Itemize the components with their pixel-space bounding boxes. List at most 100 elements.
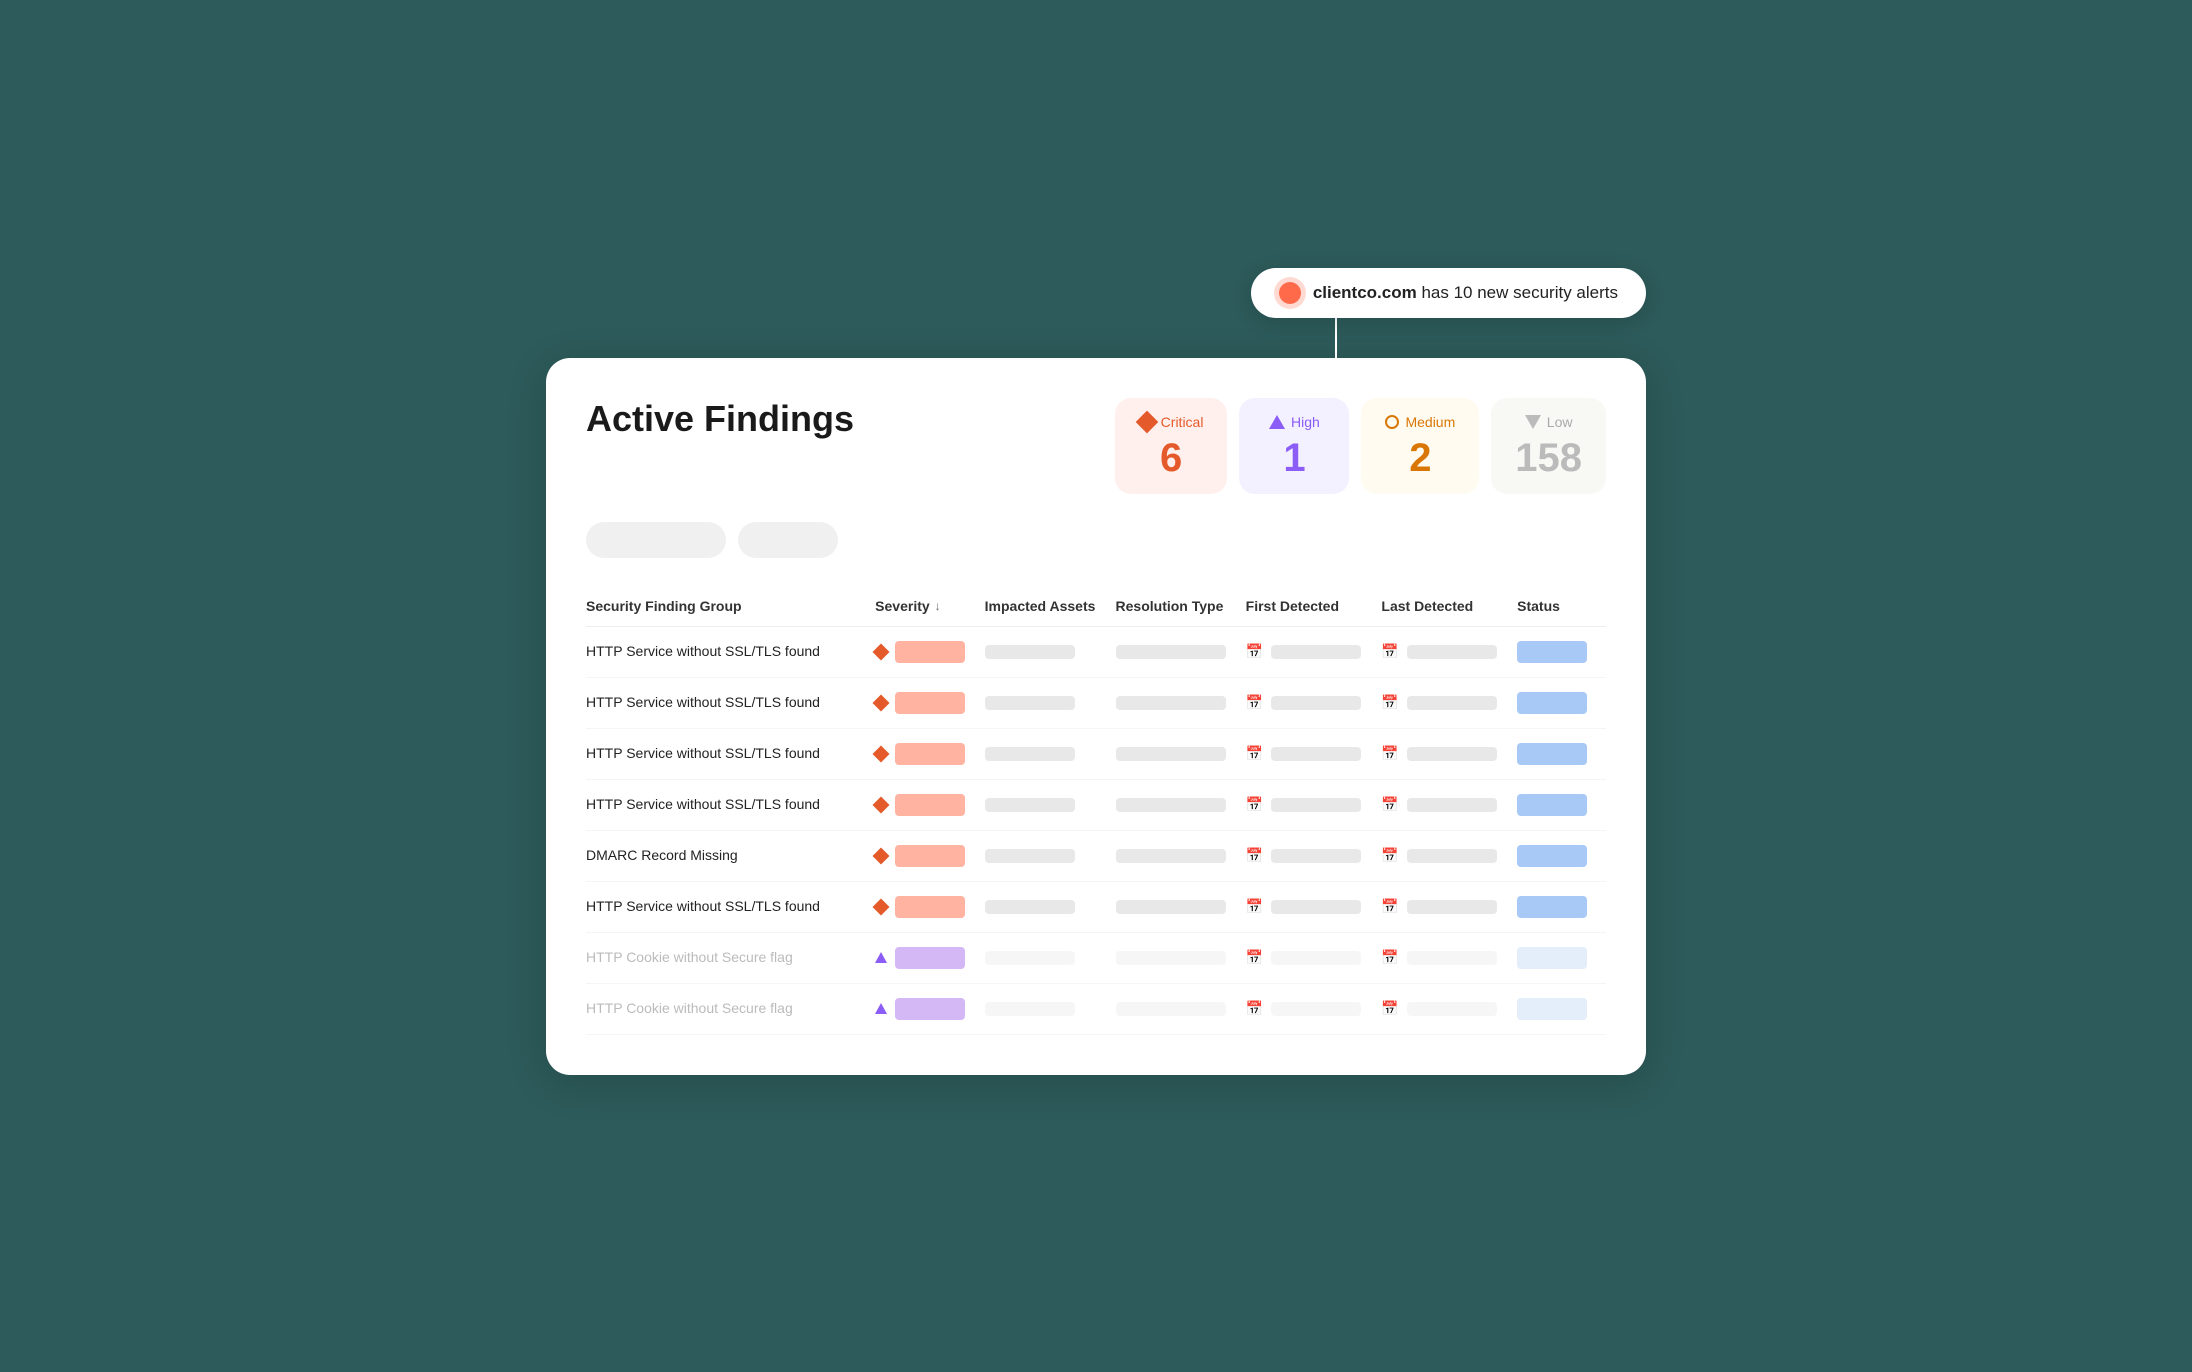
table-row[interactable]: HTTP Service without SSL/TLS found📅📅 bbox=[586, 779, 1606, 830]
severity-bar bbox=[895, 794, 965, 816]
filter-pill-1[interactable] bbox=[586, 522, 726, 558]
first-detected-cell: 📅 bbox=[1246, 830, 1382, 881]
severity-bar bbox=[895, 845, 965, 867]
badge-low[interactable]: Low 158 bbox=[1491, 398, 1606, 494]
badge-high-label: High bbox=[1263, 414, 1325, 430]
alert-domain: clientco.com bbox=[1313, 283, 1417, 302]
table-row[interactable]: HTTP Service without SSL/TLS found 📅 📅 bbox=[586, 677, 1606, 728]
severity-cell bbox=[875, 692, 968, 714]
severity-bar bbox=[895, 743, 965, 765]
resolution-type-cell bbox=[1116, 728, 1246, 779]
resolution-type-cell bbox=[1116, 932, 1246, 983]
status-pill bbox=[1517, 692, 1587, 714]
impacted-assets-cell bbox=[985, 983, 1116, 1034]
col-severity[interactable]: Severity ↓ bbox=[875, 586, 984, 627]
status-cell bbox=[1517, 728, 1606, 779]
triangle-icon bbox=[1269, 415, 1285, 429]
sort-icon: ↓ bbox=[935, 599, 941, 613]
calendar-icon: 📅 bbox=[1246, 949, 1263, 966]
finding-name: DMARC Record Missing bbox=[586, 847, 738, 863]
calendar-icon: 📅 bbox=[1246, 847, 1263, 864]
finding-name: HTTP Service without SSL/TLS found bbox=[586, 745, 820, 761]
col-last-detected: Last Detected bbox=[1381, 586, 1517, 627]
severity-cell bbox=[875, 641, 968, 663]
resolution-type-cell bbox=[1116, 983, 1246, 1034]
status-pill bbox=[1517, 998, 1587, 1020]
alert-message: has 10 new security alerts bbox=[1417, 283, 1618, 302]
table-row[interactable]: HTTP Cookie without Secure flag📅📅 bbox=[586, 932, 1606, 983]
impacted-assets-cell bbox=[985, 932, 1116, 983]
resolution-type-cell bbox=[1116, 677, 1246, 728]
diamond-severity-icon bbox=[873, 898, 890, 915]
badge-medium[interactable]: Medium 2 bbox=[1361, 398, 1479, 494]
last-detected-cell: 📅 bbox=[1381, 881, 1517, 932]
badge-critical[interactable]: Critical 6 bbox=[1115, 398, 1228, 494]
diamond-severity-icon bbox=[873, 745, 890, 762]
status-cell bbox=[1517, 626, 1606, 677]
diamond-severity-icon bbox=[873, 796, 890, 813]
first-detected-cell: 📅 bbox=[1246, 626, 1382, 677]
status-cell bbox=[1517, 779, 1606, 830]
last-detected-cell: 📅 bbox=[1381, 626, 1517, 677]
calendar-icon: 📅 bbox=[1246, 898, 1263, 915]
table-row[interactable]: HTTP Service without SSL/TLS found📅📅 bbox=[586, 881, 1606, 932]
last-detected-cell: 📅 bbox=[1381, 728, 1517, 779]
impacted-assets-cell bbox=[985, 779, 1116, 830]
impacted-assets-cell bbox=[985, 728, 1116, 779]
col-first-detected: First Detected bbox=[1246, 586, 1382, 627]
table-row[interactable]: DMARC Record Missing 📅 📅 bbox=[586, 830, 1606, 881]
badge-medium-count: 2 bbox=[1385, 438, 1455, 478]
severity-bar bbox=[895, 896, 965, 918]
badge-high-count: 1 bbox=[1263, 438, 1325, 478]
filter-pill-2[interactable] bbox=[738, 522, 838, 558]
impacted-assets-cell bbox=[985, 830, 1116, 881]
page-wrapper: clientco.com has 10 new security alerts … bbox=[546, 298, 1646, 1075]
calendar-icon: 📅 bbox=[1246, 745, 1263, 762]
first-detected-cell: 📅 bbox=[1246, 983, 1382, 1034]
impacted-assets-cell bbox=[985, 626, 1116, 677]
badge-low-text: Low bbox=[1547, 414, 1573, 430]
calendar-icon: 📅 bbox=[1381, 949, 1398, 966]
table-row[interactable]: HTTP Service without SSL/TLS found 📅📅 bbox=[586, 626, 1606, 677]
calendar-icon: 📅 bbox=[1246, 1000, 1263, 1017]
calendar-icon: 📅 bbox=[1381, 643, 1398, 660]
calendar-icon: 📅 bbox=[1246, 796, 1263, 813]
severity-badges: Critical 6 High 1 Medium 2 bbox=[1115, 398, 1606, 494]
finding-name: HTTP Cookie without Secure flag bbox=[586, 1000, 793, 1016]
badge-critical-text: Critical bbox=[1161, 414, 1204, 430]
resolution-type-cell bbox=[1116, 626, 1246, 677]
last-detected-cell: 📅 bbox=[1381, 830, 1517, 881]
finding-name: HTTP Service without SSL/TLS found bbox=[586, 643, 820, 659]
resolution-type-cell bbox=[1116, 830, 1246, 881]
severity-cell bbox=[875, 947, 968, 969]
calendar-icon: 📅 bbox=[1381, 694, 1398, 711]
diamond-icon bbox=[1135, 410, 1158, 433]
col-status: Status bbox=[1517, 586, 1606, 627]
status-pill bbox=[1517, 947, 1587, 969]
table-row[interactable]: HTTP Cookie without Secure flag📅📅 bbox=[586, 983, 1606, 1034]
calendar-icon: 📅 bbox=[1381, 796, 1398, 813]
status-pill bbox=[1517, 896, 1587, 918]
finding-name: HTTP Service without SSL/TLS found bbox=[586, 694, 820, 710]
findings-table: Security Finding Group Severity ↓ Impact… bbox=[586, 586, 1606, 1035]
alert-bubble[interactable]: clientco.com has 10 new security alerts bbox=[1251, 268, 1646, 318]
calendar-icon: 📅 bbox=[1381, 847, 1398, 864]
triangle-severity-icon bbox=[875, 1003, 887, 1014]
table-row[interactable]: HTTP Service without SSL/TLS found 📅 📅 bbox=[586, 728, 1606, 779]
badge-high[interactable]: High 1 bbox=[1239, 398, 1349, 494]
badge-low-count: 158 bbox=[1515, 438, 1582, 478]
first-detected-cell: 📅 bbox=[1246, 779, 1382, 830]
first-detected-cell: 📅 bbox=[1246, 728, 1382, 779]
resolution-type-cell bbox=[1116, 779, 1246, 830]
table-header-row: Security Finding Group Severity ↓ Impact… bbox=[586, 586, 1606, 627]
severity-cell bbox=[875, 845, 968, 867]
status-pill bbox=[1517, 641, 1587, 663]
page-title: Active Findings bbox=[586, 398, 854, 440]
severity-bar bbox=[895, 998, 965, 1020]
status-pill bbox=[1517, 794, 1587, 816]
severity-bar bbox=[895, 641, 965, 663]
main-card: Active Findings Critical 6 High 1 bbox=[546, 358, 1646, 1075]
first-detected-cell: 📅 bbox=[1246, 881, 1382, 932]
resolution-type-cell bbox=[1116, 881, 1246, 932]
calendar-icon: 📅 bbox=[1246, 694, 1263, 711]
